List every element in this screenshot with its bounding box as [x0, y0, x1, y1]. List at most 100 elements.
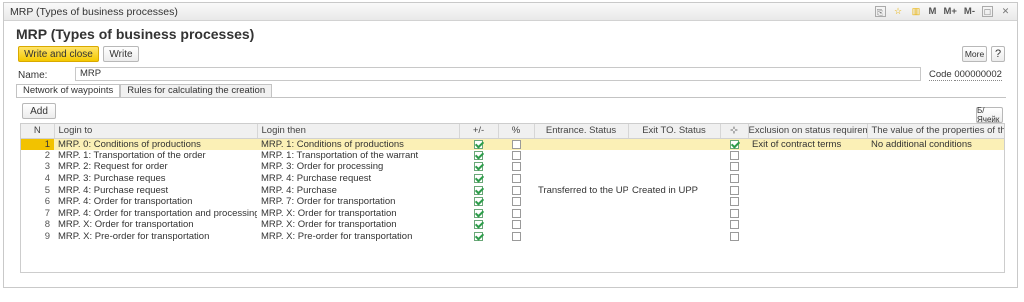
exclusion-cell[interactable] — [748, 196, 867, 208]
table-row[interactable]: 7 MRP. 4: Order for transportation and pr… — [21, 208, 1004, 220]
unchecked-checkbox[interactable] — [511, 220, 521, 230]
unchecked-checkbox[interactable] — [511, 162, 521, 172]
col-property-value[interactable]: The value of the properties of the requi… — [867, 124, 1004, 139]
checked-checkbox[interactable] — [474, 197, 483, 207]
checked-checkbox[interactable] — [474, 174, 483, 184]
property-value-cell[interactable] — [867, 150, 1004, 162]
exit-status-cell[interactable] — [628, 219, 720, 231]
maximize-icon[interactable]: ☐ — [982, 6, 993, 17]
table-row[interactable]: 8 MRP. X: Order for transportation MRP. X:… — [21, 219, 1004, 231]
plus-minus-checkbox[interactable] — [459, 208, 498, 220]
row-number[interactable]: 7 — [21, 208, 54, 220]
row-number[interactable]: 1 — [21, 138, 54, 150]
flag-checkbox[interactable] — [720, 173, 748, 185]
flag-checkbox[interactable] — [720, 231, 748, 243]
col-flag[interactable]: ⊹ — [720, 124, 749, 139]
plus-minus-checkbox[interactable] — [459, 219, 498, 231]
entrance-status-cell[interactable] — [534, 138, 628, 150]
login-then-cell[interactable]: MRP. X: Order for transportation — [257, 219, 459, 231]
login-to-cell[interactable]: MRP. 3: Purchase reques — [54, 173, 257, 185]
memory-m-icon[interactable]: M — [929, 6, 937, 17]
flag-checkbox[interactable] — [720, 138, 748, 150]
login-then-cell[interactable]: MRP. X: Order for transportation — [257, 208, 459, 220]
row-number[interactable]: 2 — [21, 150, 54, 162]
flag-checkbox[interactable] — [720, 184, 748, 196]
percent-checkbox[interactable] — [498, 231, 534, 243]
plus-minus-checkbox[interactable] — [459, 150, 498, 162]
entrance-status-cell[interactable] — [534, 161, 628, 173]
exit-status-cell[interactable] — [628, 231, 720, 243]
name-field[interactable]: MRP — [75, 67, 921, 81]
percent-checkbox[interactable] — [498, 150, 534, 162]
unchecked-checkbox[interactable] — [511, 185, 521, 195]
table-row[interactable]: 3 MRP. 2: Request for order MRP. 3: Order … — [21, 161, 1004, 173]
unchecked-checkbox[interactable] — [511, 174, 521, 184]
login-to-cell[interactable]: MRP. 4: Purchase request — [54, 184, 257, 196]
entrance-status-cell[interactable] — [534, 231, 628, 243]
table-row[interactable]: 2 MRP. 1: Transportation of the order MRP.… — [21, 150, 1004, 162]
entrance-status-cell[interactable] — [534, 150, 628, 162]
table-row[interactable]: 5 MRP. 4: Purchase request MRP. 4: Purchas… — [21, 184, 1004, 196]
unchecked-checkbox[interactable] — [511, 150, 521, 160]
row-number[interactable]: 8 — [21, 219, 54, 231]
col-entrance-status[interactable]: Entrance. Status — [534, 124, 629, 139]
row-number[interactable]: 3 — [21, 161, 54, 173]
entrance-status-cell[interactable] — [534, 196, 628, 208]
plus-minus-checkbox[interactable] — [459, 173, 498, 185]
property-value-cell[interactable] — [867, 173, 1004, 185]
percent-checkbox[interactable] — [498, 208, 534, 220]
code-value[interactable]: 000000002 — [954, 69, 1002, 81]
more-button[interactable]: More — [962, 46, 987, 62]
exclusion-cell[interactable] — [748, 184, 867, 196]
exclusion-cell[interactable] — [748, 219, 867, 231]
checked-checkbox[interactable] — [474, 150, 483, 160]
col-login-to[interactable]: Login to — [54, 124, 258, 139]
help-button[interactable]: ? — [991, 46, 1005, 62]
col-percent[interactable]: % — [498, 124, 535, 139]
col-exclusion[interactable]: Exclusion on status requirements — [748, 124, 868, 139]
property-value-cell[interactable] — [867, 219, 1004, 231]
checked-checkbox[interactable] — [474, 185, 483, 195]
flag-checkbox[interactable] — [720, 150, 748, 162]
unchecked-checkbox[interactable] — [511, 139, 521, 149]
memory-minus-icon[interactable]: M- — [964, 6, 975, 17]
login-then-cell[interactable]: MRP. X: Pre-order for transportation — [257, 231, 459, 243]
write-and-close-button[interactable]: Write and close — [18, 46, 99, 62]
property-value-cell[interactable]: No additional conditions — [867, 138, 1004, 150]
entrance-status-cell[interactable] — [534, 173, 628, 185]
property-value-cell[interactable] — [867, 196, 1004, 208]
unchecked-checkbox[interactable] — [729, 174, 739, 184]
login-then-cell[interactable]: MRP. 3: Order for processing — [257, 161, 459, 173]
add-button[interactable]: Add — [22, 103, 56, 119]
plus-minus-checkbox[interactable] — [459, 231, 498, 243]
flag-checkbox[interactable] — [720, 196, 748, 208]
exit-status-cell[interactable] — [628, 138, 720, 150]
exclusion-cell[interactable]: Exit of contract terms — [748, 138, 867, 150]
exit-status-cell[interactable] — [628, 150, 720, 162]
unchecked-checkbox[interactable] — [729, 208, 739, 218]
percent-checkbox[interactable] — [498, 138, 534, 150]
exclusion-cell[interactable] — [748, 150, 867, 162]
login-then-cell[interactable]: MRP. 1: Transportation of the warrant — [257, 150, 459, 162]
exclusion-cell[interactable] — [748, 231, 867, 243]
col-plus-minus[interactable]: +/- — [459, 124, 499, 139]
property-value-cell[interactable] — [867, 208, 1004, 220]
login-then-cell[interactable]: MRP. 7: Order for transportation — [257, 196, 459, 208]
percent-checkbox[interactable] — [498, 184, 534, 196]
unchecked-checkbox[interactable] — [729, 162, 739, 172]
login-to-cell[interactable]: MRP. 4: Order for transportation — [54, 196, 257, 208]
row-number[interactable]: 6 — [21, 196, 54, 208]
checked-checkbox[interactable] — [474, 162, 483, 172]
percent-checkbox[interactable] — [498, 173, 534, 185]
row-number[interactable]: 9 — [21, 231, 54, 243]
checked-checkbox[interactable] — [474, 232, 483, 242]
unchecked-checkbox[interactable] — [729, 220, 739, 230]
flag-checkbox[interactable] — [720, 219, 748, 231]
col-login-then[interactable]: Login then — [257, 124, 460, 139]
unchecked-checkbox[interactable] — [729, 150, 739, 160]
memory-plus-icon[interactable]: M+ — [943, 6, 956, 17]
checked-checkbox[interactable] — [729, 139, 739, 149]
login-then-cell[interactable]: MRP. 1: Conditions of productions — [257, 138, 459, 150]
login-to-cell[interactable]: MRP. 0: Conditions of productions — [54, 138, 257, 150]
unchecked-checkbox[interactable] — [729, 185, 739, 195]
